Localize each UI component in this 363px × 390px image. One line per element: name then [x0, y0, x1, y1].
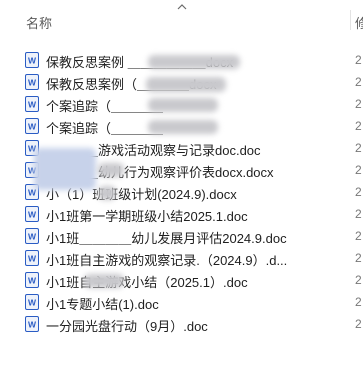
word-document-icon: W — [25, 250, 39, 266]
redaction-blur — [148, 55, 240, 69]
column-divider[interactable] — [350, 10, 351, 30]
modified-date: 2 — [355, 273, 362, 287]
modified-date: 2 — [355, 207, 362, 221]
file-row[interactable]: W 小1班＿＿＿＿幼儿发展月评估2024.9.doc 2 — [0, 225, 363, 247]
redaction-blur — [84, 274, 124, 288]
word-document-icon: W — [25, 96, 39, 112]
modified-date: 2 — [355, 119, 362, 133]
word-document-icon: W — [25, 74, 39, 90]
file-name[interactable]: 小1班自主游戏的观察记录.（2024.9）.d... — [46, 250, 346, 269]
modified-date: 2 — [355, 75, 362, 89]
svg-text:W: W — [28, 78, 37, 88]
svg-text:W: W — [28, 210, 37, 220]
modified-date: 2 — [355, 163, 362, 177]
modified-column-header[interactable]: 修 — [355, 13, 363, 32]
redaction-blur — [148, 98, 218, 112]
svg-text:W: W — [28, 276, 37, 286]
file-name[interactable]: 小1专题小结(1).doc — [46, 294, 346, 313]
file-row[interactable]: W 小1班第一学期班级小结2025.1.doc 2 — [0, 203, 363, 225]
word-document-icon: W — [25, 206, 39, 222]
svg-text:W: W — [28, 298, 37, 308]
word-document-icon: W — [25, 272, 39, 288]
svg-text:W: W — [28, 320, 37, 330]
word-document-icon: W — [25, 294, 39, 310]
modified-date: 2 — [355, 185, 362, 199]
redaction-blur — [98, 186, 116, 200]
svg-text:W: W — [28, 56, 37, 66]
file-row[interactable]: W 小1专题小结(1).doc 2 — [0, 291, 363, 313]
modified-date: 2 — [355, 53, 362, 67]
file-name[interactable]: 一分园光盘行动（9月）.doc — [46, 316, 346, 335]
file-name[interactable]: 小1班＿＿＿＿幼儿发展月评估2024.9.doc — [46, 228, 346, 247]
modified-date: 2 — [355, 229, 362, 243]
redaction-blur — [34, 148, 96, 190]
svg-text:W: W — [28, 122, 37, 132]
file-row[interactable]: W 小1班自主游戏小结（2025.1）.doc 2 — [0, 269, 363, 291]
redaction-blur — [98, 163, 124, 177]
word-document-icon: W — [25, 228, 39, 244]
file-row[interactable]: W 一分园光盘行动（9月）.doc 2 — [0, 313, 363, 335]
modified-date: 2 — [355, 97, 362, 111]
svg-text:W: W — [28, 254, 37, 264]
file-name[interactable]: 小1班第一学期班级小结2025.1.doc — [46, 206, 346, 225]
svg-text:W: W — [28, 100, 37, 110]
redaction-blur — [148, 120, 218, 134]
modified-date: 2 — [355, 295, 362, 309]
svg-text:W: W — [28, 232, 37, 242]
redaction-blur — [146, 77, 226, 92]
word-document-icon: W — [25, 118, 39, 134]
modified-date: 2 — [355, 141, 362, 155]
word-document-icon: W — [25, 52, 39, 68]
modified-date: 2 — [355, 317, 362, 331]
name-column-header[interactable]: 名称 — [26, 13, 52, 32]
modified-date: 2 — [355, 251, 362, 265]
file-row[interactable]: W 小1班自主游戏的观察记录.（2024.9）.d... 2 — [0, 247, 363, 269]
word-document-icon: W — [25, 316, 39, 332]
sort-ascending-icon[interactable] — [176, 2, 188, 12]
svg-text:W: W — [28, 188, 37, 198]
